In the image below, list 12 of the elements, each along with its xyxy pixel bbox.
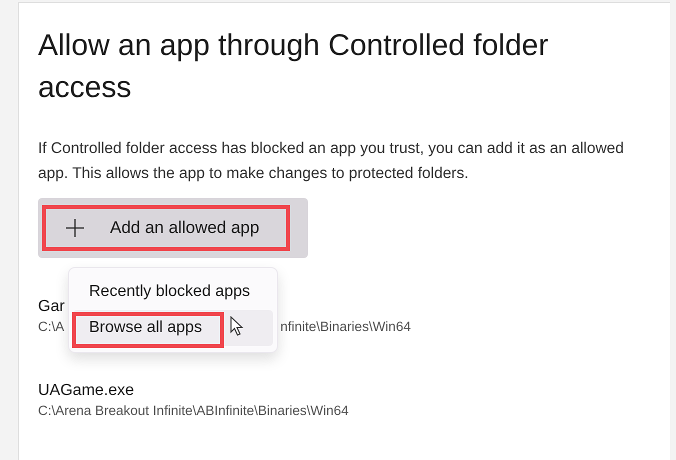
pointer-icon <box>230 316 244 336</box>
plus-icon <box>66 219 84 237</box>
page-title: Allow an app through Controlled folder access <box>38 28 550 106</box>
app-name: UAGame.exe <box>38 381 134 401</box>
app-name: Gar <box>38 297 65 317</box>
app-path: C:\Arena Breakout Infinite\ABInfinite\Binaries\Win64 <box>38 402 349 420</box>
menu-item[interactable]: Browse all apps <box>73 310 273 346</box>
menu-item[interactable]: Recently blocked apps <box>73 274 273 310</box>
add-app-button[interactable]: Add an allowed app <box>38 198 308 258</box>
app-path: nfinite\Binaries\Win64 <box>280 318 411 336</box>
description-text: If Controlled folder access has blocked an app you trust, you can add it as an allowed app. This allows the app to make changes to protected folders. <box>38 139 625 184</box>
app-path: C:\A <box>38 318 64 336</box>
